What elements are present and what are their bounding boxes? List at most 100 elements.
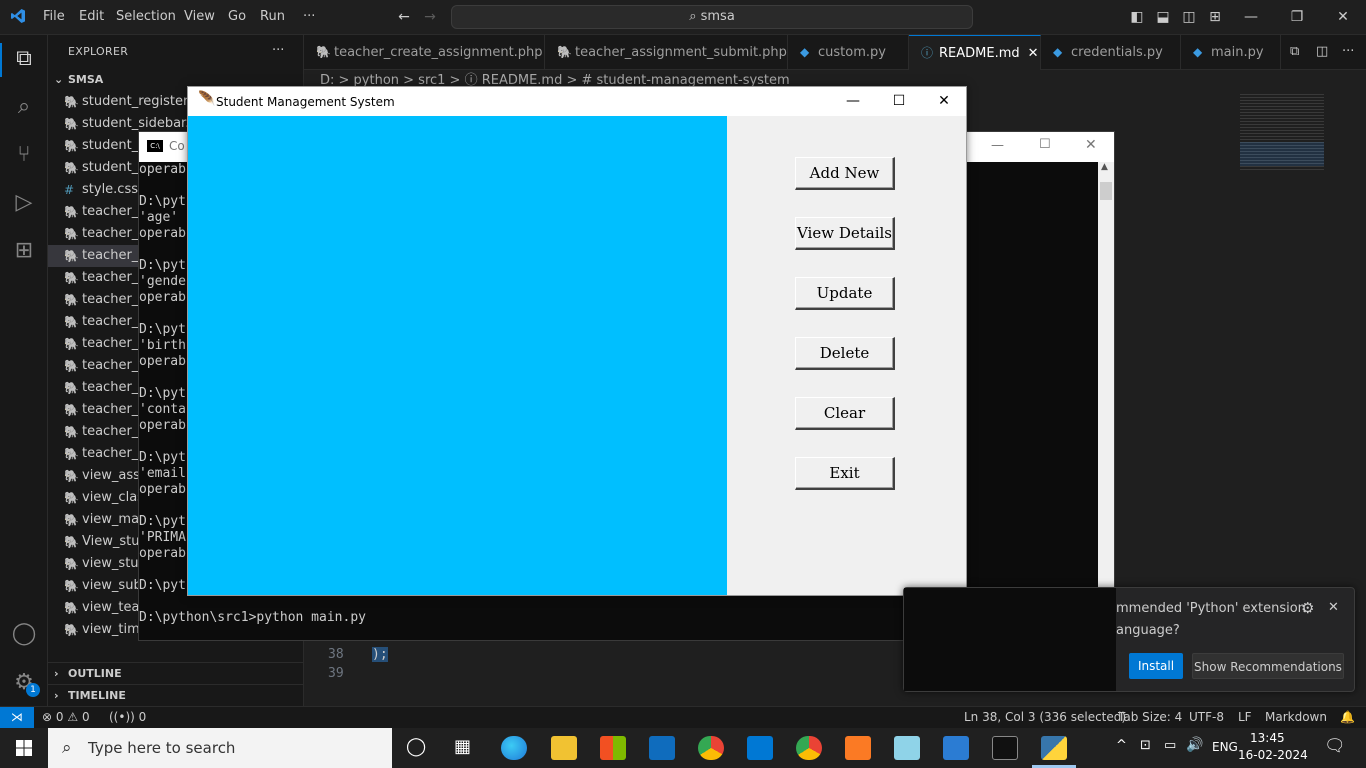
toggle-secondary-sidebar-icon[interactable]: ◫ [1181,9,1197,25]
tab-close-icon[interactable]: ✕ [1028,46,1039,61]
explorer-icon[interactable]: ⧉ [10,45,38,73]
student-management-window[interactable]: 🪶 Student Management System — ☐ ✕ Add Ne… [187,86,967,596]
mail-icon[interactable] [649,736,675,760]
scroll-thumb[interactable] [1100,182,1112,200]
cursor-position[interactable]: Ln 38, Col 3 (336 selected) [964,707,1126,728]
clock-date[interactable]: 16-02-2024 [1238,748,1308,762]
close-icon[interactable]: ✕ [1335,9,1351,25]
cortana-icon[interactable]: ◯ [406,736,426,757]
security-icon[interactable]: ⊡ [1140,738,1151,753]
split-editor-icon[interactable]: ◫ [1316,44,1328,59]
chevron-up-icon[interactable]: ^ [1116,738,1127,753]
cmd-line: D:\pyt [139,450,186,465]
menu-view[interactable]: View [184,9,215,24]
php-file-icon: 🐘 [64,293,79,307]
vscode-taskbar-icon[interactable] [747,736,773,760]
chrome-profile-icon[interactable] [796,736,822,760]
remote-indicator[interactable]: ⋊ [0,707,34,728]
tk-minimize-icon[interactable]: — [830,87,876,116]
tk-titlebar[interactable]: 🪶 Student Management System — ☐ ✕ [188,87,966,116]
notification-close-icon[interactable]: ✕ [1328,600,1339,615]
editor-tab[interactable]: 🐘 teacher_create_assignment.php [304,35,545,70]
edge-icon[interactable] [501,736,527,760]
xampp-icon[interactable] [845,736,871,760]
ports-count: 0 [138,710,147,724]
menu-more[interactable]: ··· [303,9,315,24]
editor-tab[interactable]: 🐘 teacher_assignment_submit.php [545,35,788,70]
clear-button[interactable]: Clear [795,397,895,430]
chrome-icon[interactable] [698,736,724,760]
search-activity-icon[interactable]: ⌕ [10,93,38,121]
delete-button[interactable]: Delete [795,337,895,370]
exit-button[interactable]: Exit [795,457,895,490]
tk-maximize-icon[interactable]: ☐ [876,87,922,116]
customize-layout-icon[interactable]: ⊞ [1207,9,1223,25]
explorer-more-button[interactable]: ··· [272,43,284,58]
back-arrow-icon[interactable]: ← [396,9,412,25]
notification-center-icon[interactable]: 🗨 [1324,736,1346,756]
cmd-minimize-icon[interactable]: — [991,138,1004,153]
tab-size[interactable]: Tab Size: 4 [1118,707,1182,728]
menu-go[interactable]: Go [228,9,246,24]
toggle-sidebar-icon[interactable]: ◧ [1129,9,1145,25]
scroll-up-icon[interactable]: ▲ [1101,162,1108,172]
menu-selection[interactable]: Selection [116,9,176,24]
outline-section[interactable]: › OUTLINE [48,662,304,684]
source-control-icon[interactable]: ⑂ [10,141,38,169]
editor-tab[interactable]: ◆ credentials.py [1041,35,1181,70]
file-explorer-icon[interactable] [551,736,577,760]
add-new-button[interactable]: Add New [795,157,895,190]
menu-run[interactable]: Run [260,9,285,24]
cmd-close-icon[interactable]: ✕ [1085,137,1097,153]
tk-close-icon[interactable]: ✕ [921,87,967,116]
extensions-icon[interactable]: ⊞ [10,237,38,265]
account-icon[interactable]: ◯ [10,620,38,648]
update-button[interactable]: Update [795,277,895,310]
editor-tab[interactable]: ⓘ README.md ✕ [909,35,1041,70]
cmd-taskbar-icon[interactable] [992,736,1018,760]
language-indicator[interactable]: ENG [1212,740,1238,754]
network-icon[interactable]: ▭ [1164,738,1176,753]
notifications-bell-icon[interactable]: 🔔 [1340,707,1355,728]
language-mode[interactable]: Markdown [1265,707,1327,728]
notification-gear-icon[interactable]: ⚙ [1301,599,1314,617]
clock-time[interactable]: 13:45 [1250,731,1285,745]
show-recommendations-button[interactable]: Show Recommendations [1192,653,1344,679]
line-number: 39 [328,666,344,681]
windows-start-icon[interactable] [16,740,32,756]
run-debug-icon[interactable]: ▷ [10,189,38,217]
menu-edit[interactable]: Edit [79,9,104,24]
cmd-line: operab [139,290,186,305]
timeline-section[interactable]: › TIMELINE [48,684,304,706]
minimap[interactable] [1240,92,1324,172]
open-preview-icon[interactable]: ⧉ [1290,44,1299,59]
command-center-search[interactable]: ⌕ smsa [451,5,973,29]
ports-indicator[interactable]: ((•)) 0 [109,707,146,728]
cmd-maximize-icon[interactable]: ☐ [1039,137,1051,152]
encoding[interactable]: UTF-8 [1189,707,1224,728]
problems-indicator[interactable]: ⊗ 0 ⚠ 0 [42,707,90,728]
view-details-button[interactable]: View Details [795,217,895,250]
restore-icon[interactable]: ❐ [1289,9,1305,25]
python-file-icon: ◆ [1053,45,1063,59]
task-view-icon[interactable]: ▦ [454,736,471,757]
broadcast-icon: ((•)) [109,710,135,724]
cmd-line: D:\pyt [139,386,186,401]
store-icon[interactable] [600,736,626,760]
cmd-scrollbar[interactable]: ▲ ▼ [1098,162,1114,640]
forward-arrow-icon[interactable]: → [422,9,438,25]
minimize-icon[interactable]: — [1243,9,1259,25]
more-actions-icon[interactable]: ··· [1342,44,1354,59]
install-button[interactable]: Install [1129,653,1183,679]
taskbar-search[interactable]: ⌕ Type here to search [48,728,392,768]
menu-file[interactable]: File [43,9,65,24]
editor-tab[interactable]: ◆ main.py [1181,35,1281,70]
notepad-icon[interactable] [894,736,920,760]
end-of-line[interactable]: LF [1238,707,1252,728]
toggle-panel-icon[interactable]: ⬓ [1155,9,1171,25]
volume-icon[interactable]: 🔊 [1186,737,1203,753]
editor-tab[interactable]: ◆ custom.py [788,35,909,70]
php-file-icon: 🐘 [64,557,79,571]
python-icon[interactable] [1041,736,1067,760]
control-panel-icon[interactable] [943,736,969,760]
